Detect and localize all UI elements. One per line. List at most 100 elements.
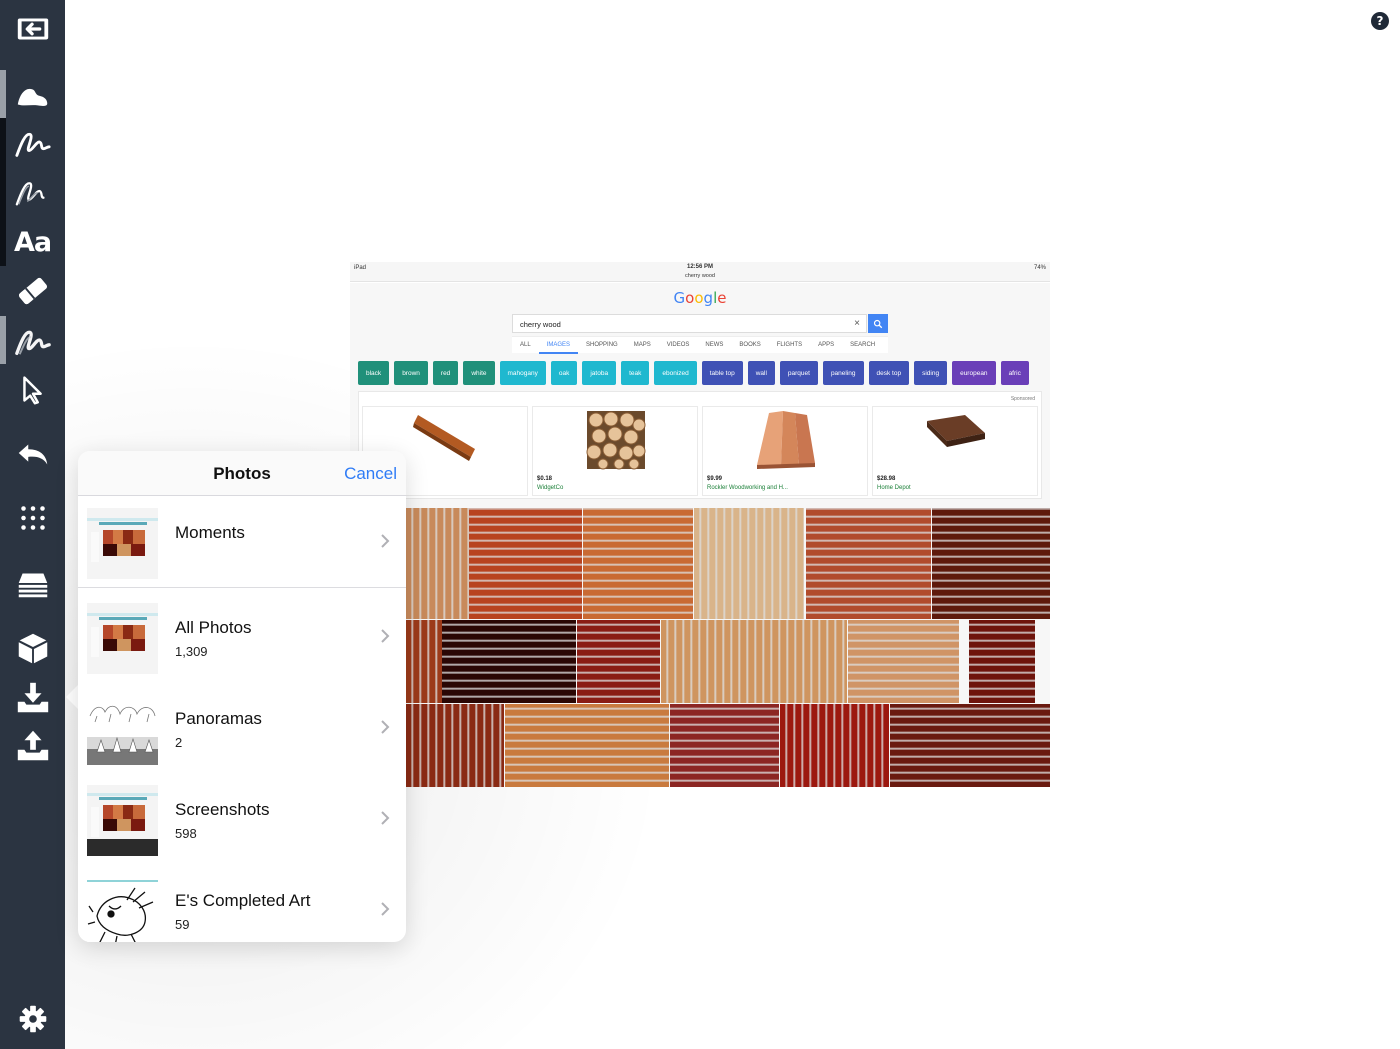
- wood-image-result: [780, 704, 889, 787]
- search-value: cherry wood: [520, 320, 561, 329]
- refinement-chip: brown: [394, 361, 428, 385]
- result-tab: NEWS: [705, 342, 724, 348]
- pencil-icon[interactable]: [0, 169, 65, 215]
- refinement-chip: european: [952, 361, 996, 385]
- ad-price: $0.18: [537, 476, 553, 482]
- select-arrow-icon[interactable]: [0, 366, 65, 412]
- chevron-right-icon: [381, 629, 390, 643]
- refinement-chip: jatoba: [582, 361, 617, 385]
- left-toolbar: Aa: [0, 0, 65, 1049]
- wood-plugs-image: [586, 411, 646, 470]
- album-es-completed-art[interactable]: E's Completed Art 59: [78, 865, 406, 942]
- result-tab: BOOKS: [739, 342, 761, 348]
- cube-icon[interactable]: [0, 625, 65, 671]
- album-thumbnail: [87, 508, 158, 579]
- ad-seller: Rockler Woodworking and H...: [707, 485, 788, 491]
- popover-header: Photos Cancel: [78, 451, 406, 496]
- lumber-boards-image: [757, 411, 815, 469]
- refinement-chip: paneling: [822, 361, 864, 385]
- refinement-chip: table top: [701, 361, 743, 385]
- app-canvas[interactable]: Aa ? iPad 12:56 PM cherry wood 74% Googl…: [0, 0, 1400, 1049]
- album-moments[interactable]: Moments: [78, 497, 406, 588]
- album-count: 59: [175, 917, 190, 932]
- search-input: cherry wood ×: [512, 314, 867, 333]
- logo-letter: o: [685, 289, 695, 307]
- result-tab: MAPS: [633, 342, 651, 348]
- album-panoramas[interactable]: Panoramas 2: [78, 683, 406, 774]
- album-count: 598: [175, 826, 197, 841]
- popover-arrow: [66, 685, 78, 709]
- album-screenshots[interactable]: Screenshots 598: [78, 774, 406, 865]
- refinement-chip: afric: [1000, 361, 1029, 385]
- refinement-chip: parquet: [779, 361, 818, 385]
- battery-level: 74%: [1033, 265, 1046, 271]
- result-tab: SHOPPING: [586, 342, 618, 348]
- exit-icon[interactable]: [0, 6, 65, 52]
- ad-card: $28.98 Home Depot: [872, 406, 1038, 496]
- help-icon[interactable]: ?: [1371, 12, 1389, 30]
- grid-icon[interactable]: [0, 495, 65, 541]
- help-label: ?: [1376, 14, 1384, 28]
- logo-letter: o: [694, 289, 704, 307]
- logo-letter: g: [703, 289, 714, 307]
- wood-image-result: [406, 508, 469, 619]
- brush-icon[interactable]: [0, 71, 65, 117]
- import-icon[interactable]: [0, 675, 65, 721]
- smudge-icon[interactable]: [0, 318, 65, 364]
- album-all-photos[interactable]: All Photos 1,309: [78, 592, 406, 683]
- sponsored-label: Sponsored: [1010, 396, 1035, 402]
- refinement-chip: black: [358, 361, 390, 385]
- result-tab: APPS: [818, 342, 835, 348]
- album-name: E's Completed Art: [175, 891, 311, 910]
- wood-image-result: [806, 508, 931, 619]
- row-separator: [78, 587, 406, 588]
- undo-icon[interactable]: [0, 431, 65, 477]
- clear-icon: ×: [854, 318, 860, 329]
- chevron-right-icon: [381, 811, 390, 825]
- result-tab: IMAGES: [538, 337, 579, 354]
- ad-seller: WidgetCo: [537, 485, 564, 491]
- wood-image-result: [694, 508, 804, 619]
- eraser-icon[interactable]: [0, 268, 65, 314]
- ad-price: $28.98: [877, 476, 896, 482]
- status-time: 12:56 PM: [686, 264, 713, 270]
- search-icon: [868, 314, 888, 333]
- ipad-status-bar: iPad 12:56 PM cherry wood 74%: [350, 262, 1050, 282]
- refinement-chip: wall: [747, 361, 775, 385]
- refinement-chip: oak: [550, 361, 578, 385]
- photos-popover: Photos Cancel Moments All Photos 1,309 P: [78, 451, 406, 942]
- wood-image-result: [406, 620, 442, 703]
- export-icon[interactable]: [0, 723, 65, 769]
- album-count: 1,309: [175, 644, 208, 659]
- album-count: 2: [175, 735, 183, 750]
- wood-image-result: [406, 704, 504, 787]
- ad-price: $9.99: [707, 476, 723, 482]
- logo-letter: e: [717, 289, 727, 307]
- cancel-button[interactable]: Cancel: [344, 464, 397, 484]
- refinement-chips: black brown red white mahogany oak jatoba teak e…: [358, 361, 1050, 385]
- status-url: cherry wood: [685, 273, 715, 279]
- refinement-chip: ebonized: [654, 361, 697, 385]
- refinement-chip: white: [463, 361, 495, 385]
- text-tool[interactable]: Aa: [0, 219, 65, 265]
- wood-image-result: [442, 620, 576, 703]
- album-thumbnail: [87, 694, 158, 765]
- wood-image-result: [969, 620, 1035, 703]
- wood-image-result: [469, 508, 582, 619]
- chevron-right-icon: [381, 534, 390, 548]
- layers-icon[interactable]: [0, 560, 65, 606]
- wood-image-result: [583, 508, 693, 619]
- inserted-screenshot[interactable]: iPad 12:56 PM cherry wood 74% Google che…: [350, 262, 1050, 787]
- wood-image-result: [890, 704, 1050, 787]
- chevron-right-icon: [381, 720, 390, 734]
- pen-icon[interactable]: [0, 120, 65, 166]
- settings-gear-icon[interactable]: [0, 996, 65, 1042]
- chevron-right-icon: [381, 902, 390, 916]
- album-thumbnail: [87, 785, 158, 856]
- google-results-page: Google cherry wood × ALL IMAGES SHOPPING MA…: [350, 283, 1050, 787]
- album-thumbnail: [87, 876, 158, 942]
- album-name: All Photos: [175, 618, 252, 637]
- wood-image-result: [505, 704, 669, 787]
- wood-image-result: [661, 620, 847, 703]
- result-tabs: ALL IMAGES SHOPPING MAPS VIDEOS NEWS BOOKS FLIG…: [512, 336, 888, 354]
